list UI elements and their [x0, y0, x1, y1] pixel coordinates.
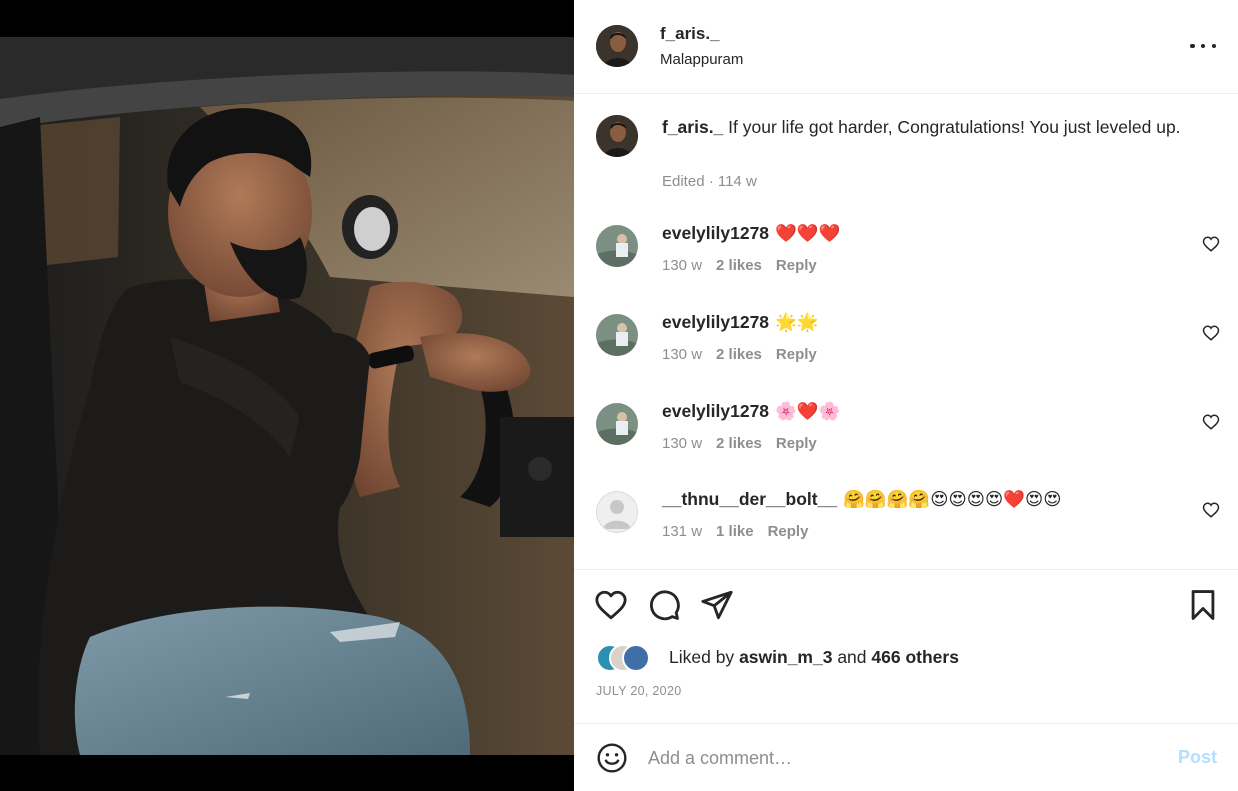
comment-username[interactable]: evelylily1278	[662, 223, 769, 243]
comment-age: 130 w	[662, 435, 703, 452]
comment-meta: 130 w 2 likes Reply	[662, 257, 817, 274]
caption-body: If your life got harder, Congratulations…	[728, 117, 1181, 137]
comment-likes[interactable]: 2 likes	[716, 435, 762, 452]
comment-text: 🌟🌟	[775, 312, 819, 332]
comment-item: evelylily1278 🌟🌟 130 w 2 likes Reply	[574, 312, 1238, 384]
comment-username[interactable]: __thnu__der__bolt__	[662, 489, 837, 509]
comment-line: __thnu__der__bolt__ 🤗🤗🤗🤗😍😍😍😍❤️😍😍	[662, 489, 1061, 510]
author-username[interactable]: f_aris._	[660, 24, 720, 44]
comment-meta: 131 w 1 like Reply	[662, 523, 808, 540]
comment-text: 🤗🤗🤗🤗😍😍😍😍❤️😍😍	[843, 489, 1062, 509]
comment-likes[interactable]: 2 likes	[716, 346, 762, 363]
comment-input[interactable]	[648, 742, 1158, 774]
post-location[interactable]: Malappuram	[660, 51, 743, 68]
post-header: f_aris._ Malappuram	[574, 0, 1238, 94]
reply-button[interactable]: Reply	[776, 257, 817, 274]
reply-button[interactable]: Reply	[776, 346, 817, 363]
liked-by-text: Liked by aswin_m_3 and 466 others	[669, 647, 959, 668]
liked-by-others[interactable]: 466 others	[871, 647, 959, 667]
comment-meta: 130 w 2 likes Reply	[662, 435, 817, 452]
comment-like-heart-icon[interactable]	[1202, 235, 1220, 253]
comment-meta: 130 w 2 likes Reply	[662, 346, 817, 363]
liked-by-avatars[interactable]	[596, 644, 666, 672]
liked-by-prefix: Liked by	[669, 647, 735, 667]
reply-button[interactable]: Reply	[768, 523, 809, 540]
post-date[interactable]: JULY 20, 2020	[596, 684, 681, 698]
comments-list[interactable]: f_aris._ If your life got harder, Congra…	[574, 94, 1238, 569]
comment-age: 130 w	[662, 346, 703, 363]
post-panel: f_aris._ Malappuram f_aris._ If your lif…	[574, 0, 1238, 791]
bookmark-icon[interactable]	[1186, 588, 1220, 622]
comment-line: evelylily1278 🌟🌟	[662, 312, 819, 333]
post-dialog: f_aris._ Malappuram f_aris._ If your lif…	[0, 0, 1238, 791]
comment-item: __thnu__der__bolt__ 🤗🤗🤗🤗😍😍😍😍❤️😍😍 131 w 1 l…	[574, 489, 1238, 561]
comment-age: 130 w	[662, 257, 703, 274]
comment-like-heart-icon[interactable]	[1202, 413, 1220, 431]
comment-username[interactable]: evelylily1278	[662, 401, 769, 421]
caption-meta: Edited · 114 w	[662, 173, 757, 190]
comment-like-heart-icon[interactable]	[1202, 501, 1220, 519]
comment-likes[interactable]: 2 likes	[716, 257, 762, 274]
add-comment-bar: Post	[574, 723, 1238, 791]
comment-icon[interactable]	[647, 588, 681, 622]
post-comment-button[interactable]: Post	[1178, 747, 1217, 768]
comment-text: 🌸❤️🌸	[775, 401, 841, 421]
liked-by-user[interactable]: aswin_m_3	[739, 647, 832, 667]
post-photo[interactable]	[0, 37, 574, 755]
comment-likes[interactable]: 1 like	[716, 523, 754, 540]
send-icon[interactable]	[700, 588, 734, 622]
commenter-avatar-default[interactable]	[596, 491, 638, 533]
more-options-icon[interactable]	[1190, 36, 1216, 56]
comment-item: evelylily1278 ❤️❤️❤️ 130 w 2 likes Reply	[574, 223, 1238, 295]
author-avatar[interactable]	[596, 115, 638, 157]
liker-avatar[interactable]	[622, 644, 650, 672]
author-avatar[interactable]	[596, 25, 638, 67]
comment-like-heart-icon[interactable]	[1202, 324, 1220, 342]
commenter-avatar[interactable]	[596, 403, 638, 445]
reply-button[interactable]: Reply	[776, 435, 817, 452]
smiley-icon[interactable]	[596, 742, 628, 774]
post-media	[0, 0, 574, 791]
heart-icon[interactable]	[594, 588, 628, 622]
caption-username[interactable]: f_aris._	[662, 117, 723, 137]
comment-text: ❤️❤️❤️	[775, 223, 841, 243]
comment-username[interactable]: evelylily1278	[662, 312, 769, 332]
commenter-avatar[interactable]	[596, 314, 638, 356]
comment-line: evelylily1278 🌸❤️🌸	[662, 401, 840, 422]
comment-age: 131 w	[662, 523, 703, 540]
comment-line: evelylily1278 ❤️❤️❤️	[662, 223, 840, 244]
caption-text: f_aris._ If your life got harder, Congra…	[662, 115, 1192, 140]
post-actions: Liked by aswin_m_3 and 466 others JULY 2…	[574, 569, 1238, 723]
liked-by-and: and	[837, 647, 867, 667]
comment-item: evelylily1278 🌸❤️🌸 130 w 2 likes Reply	[574, 401, 1238, 473]
commenter-avatar[interactable]	[596, 225, 638, 267]
